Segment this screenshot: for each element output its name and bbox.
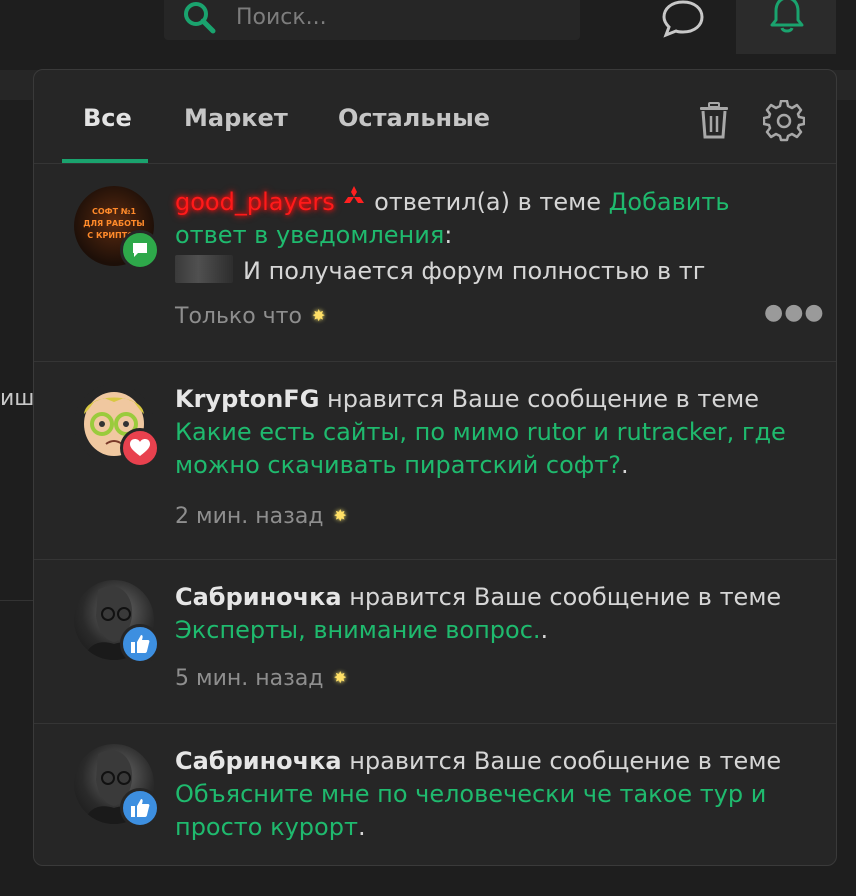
avatar[interactable] xyxy=(74,384,160,468)
timestamp: 5 мин. назад ✸ xyxy=(175,666,347,691)
sparkle-icon: ✸ xyxy=(311,306,326,325)
avatar[interactable] xyxy=(74,580,160,664)
tab-other[interactable]: Остальные xyxy=(338,104,490,132)
alerts-button[interactable] xyxy=(736,0,836,54)
alerts-tabs: Все Маркет Остальные xyxy=(34,70,836,164)
quote-thumbnail[interactable] xyxy=(175,255,233,283)
search-input[interactable] xyxy=(234,0,558,36)
heart-icon xyxy=(120,428,160,468)
timestamp-text: 2 мин. назад xyxy=(175,504,324,529)
topic-link[interactable]: Какие есть сайты, по мимо rutor и rutrac… xyxy=(175,418,786,479)
bell-icon xyxy=(770,0,804,33)
more-options-icon[interactable]: ●●● xyxy=(764,300,825,325)
background-divider xyxy=(0,600,34,601)
top-bar xyxy=(0,0,856,70)
gear-icon[interactable] xyxy=(762,99,806,146)
timestamp: 2 мин. назад ✸ xyxy=(175,504,347,529)
search-icon xyxy=(182,0,216,38)
suffix-text: . xyxy=(357,813,366,841)
quote-row: И получается форум полностью в тг xyxy=(175,255,805,288)
alerts-panel: Все Маркет Остальные СОФТ №1 ДЛЯ РАБОТЫ … xyxy=(33,69,837,866)
notification-item[interactable]: KryptonFG нравится Ваше сообщение в теме… xyxy=(34,362,836,560)
mitsubishi-icon xyxy=(342,186,374,216)
avatar[interactable] xyxy=(74,744,160,828)
topic-link[interactable]: Эксперты, внимание вопрос. xyxy=(175,616,541,644)
trash-icon[interactable] xyxy=(696,102,732,144)
suffix-text: : xyxy=(444,221,453,249)
svg-text:СОФТ №1: СОФТ №1 xyxy=(92,207,136,216)
sparkle-icon: ✸ xyxy=(333,668,347,687)
notification-text: Сабриночка нравится Ваше сообщение в тем… xyxy=(175,581,805,647)
username-link[interactable]: good_players xyxy=(175,188,335,216)
action-text: нравится Ваше сообщение в теме xyxy=(349,583,782,611)
notification-item[interactable]: Сабриночка нравится Ваше сообщение в тем… xyxy=(34,724,836,865)
topic-link[interactable]: Объясните мне по человечески че такое ту… xyxy=(175,780,766,841)
suffix-text: . xyxy=(540,616,549,644)
action-text: нравится Ваше сообщение в теме xyxy=(327,385,759,413)
tab-market[interactable]: Маркет xyxy=(184,104,288,132)
suffix-text: . xyxy=(621,451,629,479)
thumbs-up-icon xyxy=(120,624,160,664)
notification-text: KryptonFG нравится Ваше сообщение в теме… xyxy=(175,383,805,482)
svg-text:ДЛЯ РАБОТЫ: ДЛЯ РАБОТЫ xyxy=(83,219,144,228)
timestamp: Только что ✸ xyxy=(175,304,325,329)
thumbs-up-icon xyxy=(120,788,160,828)
username-link[interactable]: KryptonFG xyxy=(175,385,319,413)
timestamp-text: 5 мин. назад xyxy=(175,666,324,691)
search-box[interactable] xyxy=(164,0,580,40)
avatar[interactable]: СОФТ №1 ДЛЯ РАБОТЫ С КРИПТОЙ xyxy=(74,186,160,270)
background-text: иш xyxy=(0,386,35,411)
action-text: ответил(а) в теме xyxy=(374,188,602,216)
timestamp-text: Только что xyxy=(175,304,302,329)
conversations-button[interactable] xyxy=(658,0,708,40)
sparkle-icon: ✸ xyxy=(333,506,347,525)
action-text: нравится Ваше сообщение в теме xyxy=(349,747,782,775)
quote-text: И получается форум полностью в тг xyxy=(243,257,706,285)
notification-text: Сабриночка нравится Ваше сообщение в тем… xyxy=(175,745,805,844)
active-tab-indicator xyxy=(62,159,148,163)
username-link[interactable]: Сабриночка xyxy=(175,747,342,775)
notification-item[interactable]: СОФТ №1 ДЛЯ РАБОТЫ С КРИПТОЙ good_player… xyxy=(34,164,836,362)
username-link[interactable]: Сабриночка xyxy=(175,583,342,611)
notification-text: good_players ответил(а) в теме Добавить … xyxy=(175,186,805,288)
comment-icon xyxy=(120,230,160,270)
tab-all[interactable]: Все xyxy=(83,104,132,132)
notification-item[interactable]: Сабриночка нравится Ваше сообщение в тем… xyxy=(34,560,836,724)
chat-icon xyxy=(662,0,704,38)
